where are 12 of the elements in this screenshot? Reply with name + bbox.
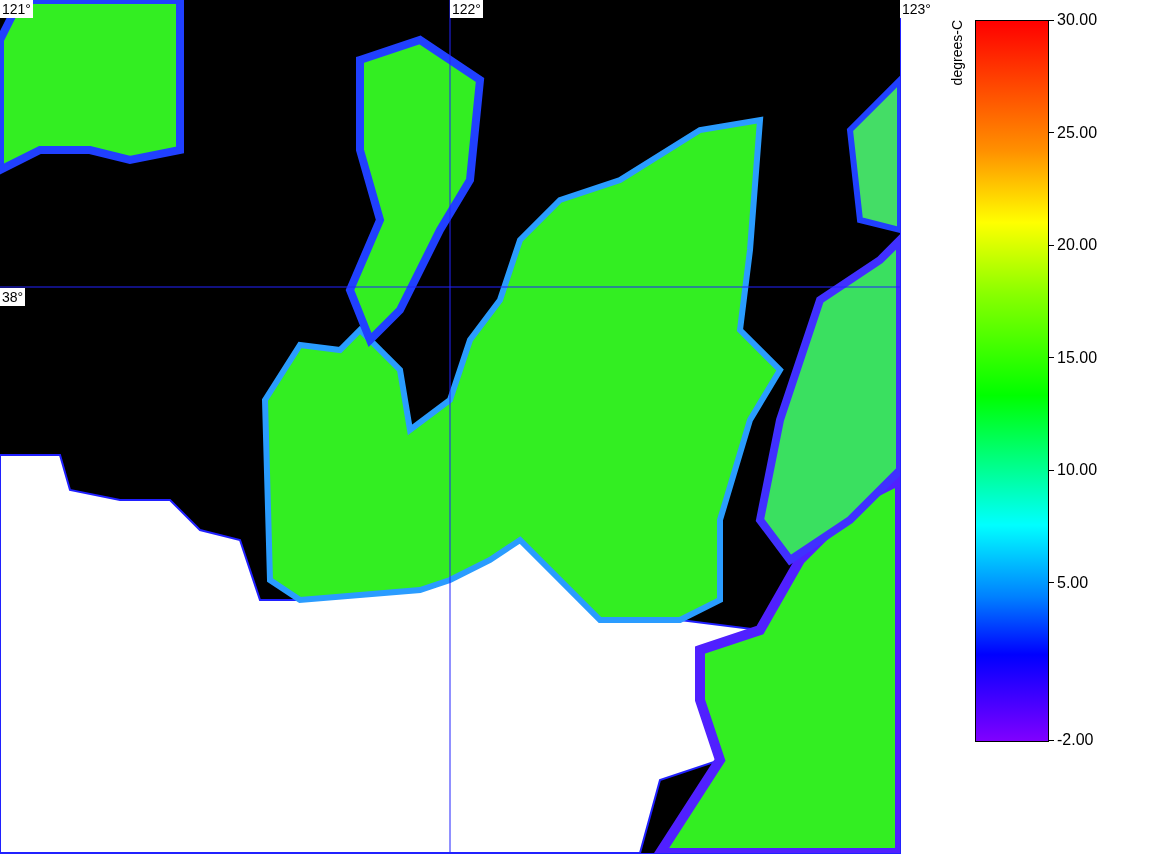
colorbar-tick-label: 20.00 [1057,236,1098,254]
colorbar-tick-label: 30.00 [1057,11,1098,29]
colorbar-tick-label: -2.00 [1057,731,1094,749]
colorbar-tick-label: 25.00 [1057,123,1098,142]
longitude-label: 121° [0,0,33,18]
longitude-label: 122° [450,0,483,18]
latitude-label: 38° [0,288,26,306]
colorbar-tick-label: 5.00 [1057,573,1089,592]
colorbar-title: degrees-C [949,20,966,86]
colorbar-tick-label: 10.00 [1057,461,1098,479]
longitude-label: 123° [900,0,933,18]
colorbar-tick-label: 15.00 [1057,348,1098,367]
